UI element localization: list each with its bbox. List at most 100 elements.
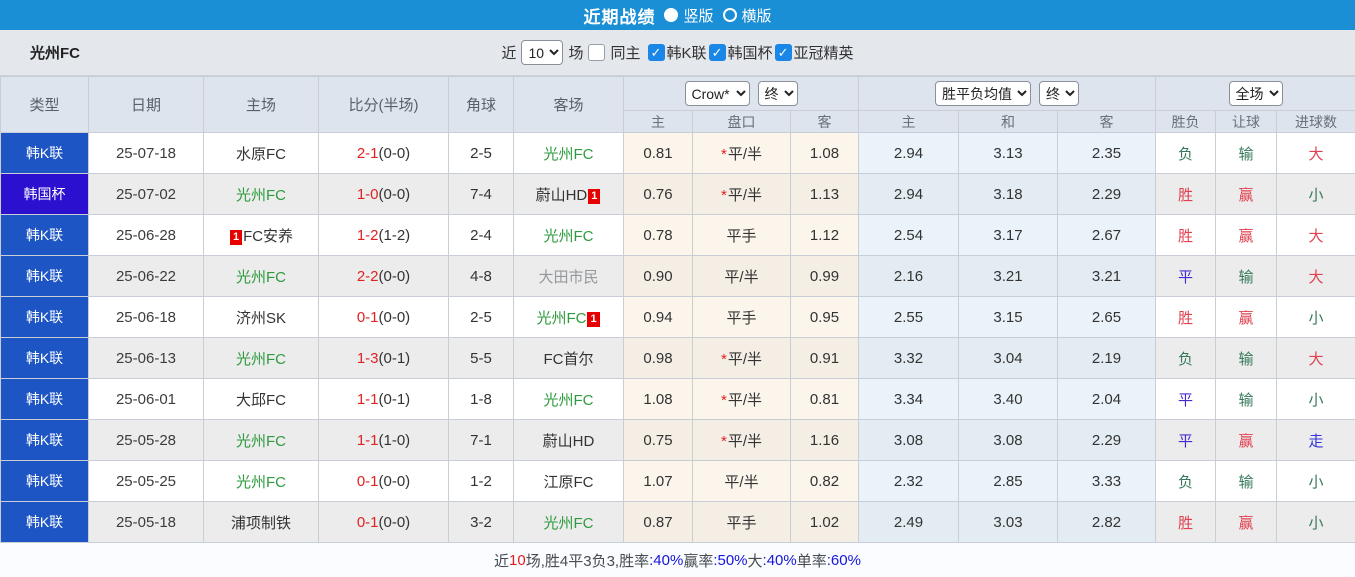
- home-team: 光州FC: [203, 460, 319, 502]
- red-card-badge: 1: [588, 188, 601, 204]
- avg-away: 2.67: [1056, 214, 1157, 256]
- match-date: 25-06-01: [88, 378, 204, 420]
- sub-header-7: 让球: [1215, 110, 1278, 133]
- bookmaker-select[interactable]: Crow*: [684, 81, 750, 106]
- league-type-badge: 韩K联: [0, 460, 89, 502]
- halftime-score: (0-0): [378, 472, 411, 490]
- fulltime-score: 0-1: [356, 513, 379, 531]
- league-type-badge: 韩K联: [0, 337, 89, 379]
- home-team: 光州FC: [203, 173, 319, 215]
- home-team-link[interactable]: 光州FC: [236, 474, 286, 491]
- result-goals: 走: [1276, 419, 1355, 461]
- league-filter-韩K联[interactable]: ✓ 韩K联: [647, 42, 707, 63]
- away-team-link[interactable]: 大田市民: [538, 269, 598, 286]
- match-date: 25-07-18: [88, 132, 204, 174]
- radio-horizontal-layout[interactable]: 横版: [722, 5, 772, 26]
- league-type-badge: 韩K联: [0, 132, 89, 174]
- radio-unselected-icon: [722, 8, 737, 22]
- avg-odds-select[interactable]: 胜平负均值: [935, 81, 1031, 106]
- avg-time-select[interactable]: 终: [1039, 81, 1079, 106]
- odds-handicap: *平/半: [692, 378, 791, 420]
- avg-home: 2.16: [858, 255, 959, 297]
- avg-home: 2.32: [858, 460, 959, 502]
- home-team-link[interactable]: FC安养: [243, 228, 293, 245]
- radio-selected-icon: [664, 8, 679, 22]
- avg-home: 2.94: [858, 132, 959, 174]
- avg-draw: 3.17: [958, 214, 1058, 256]
- match-date: 25-06-28: [88, 214, 204, 256]
- corner-score: 1-8: [448, 378, 514, 420]
- footer-segment-1: 10: [509, 551, 526, 569]
- away-team: 光州FC: [513, 132, 624, 174]
- odds-change-star: *: [720, 186, 727, 204]
- avg-draw: 3.15: [958, 296, 1058, 338]
- league-type-badge: 韩K联: [0, 214, 89, 256]
- home-team-link[interactable]: 光州FC: [236, 433, 286, 450]
- same-home-checkbox[interactable]: [588, 44, 606, 61]
- odds-home: 0.90: [623, 255, 693, 297]
- topbar: 近期战绩 竖版 横版: [0, 0, 1355, 30]
- odds-away: 1.16: [790, 419, 859, 461]
- match-date: 25-07-02: [88, 173, 204, 215]
- home-team: 水原FC: [203, 132, 319, 174]
- near-label: 近: [501, 45, 517, 62]
- league-type-badge: 韩K联: [0, 296, 89, 338]
- away-team-link[interactable]: 光州FC: [544, 146, 594, 163]
- odds-handicap: 平/半: [692, 255, 791, 297]
- away-team-link[interactable]: 光州FC: [544, 392, 594, 409]
- avg-home: 2.94: [858, 173, 959, 215]
- away-team-link[interactable]: 江原FC: [544, 474, 594, 491]
- col-header-score: 比分(半场): [318, 76, 449, 133]
- home-team-link[interactable]: 济州SK: [236, 310, 286, 327]
- result-outcome: 负: [1155, 337, 1217, 379]
- home-team-link[interactable]: 光州FC: [236, 269, 286, 286]
- away-team-link[interactable]: 蔚山HD: [543, 433, 595, 450]
- away-team-link[interactable]: 光州FC: [536, 310, 586, 327]
- games-label: 场: [568, 45, 584, 62]
- scope-select[interactable]: 全场: [1228, 81, 1283, 106]
- filter-bar: 光州FC 近 10 场 同主 ✓ 韩K联 ✓ 韩国杯 ✓ 亚冠精英: [0, 30, 1355, 76]
- odds-handicap: *平/半: [692, 173, 791, 215]
- result-goals: 小: [1276, 173, 1355, 215]
- avg-home: 2.54: [858, 214, 959, 256]
- match-date: 25-05-28: [88, 419, 204, 461]
- odds-home: 0.98: [623, 337, 693, 379]
- avg-home: 3.32: [858, 337, 959, 379]
- halftime-score: (0-1): [378, 390, 411, 408]
- away-team-link[interactable]: 光州FC: [544, 228, 594, 245]
- match-row: 韩K联 25-06-18 济州SK 0-1(0-0) 2-5 光州FC 1 0.94 平手 0.9…: [0, 296, 1355, 338]
- match-count-select[interactable]: 10: [521, 40, 564, 65]
- odds-home: 1.07: [623, 460, 693, 502]
- radio-vertical-layout[interactable]: 竖版: [664, 5, 714, 26]
- home-team-link[interactable]: 光州FC: [236, 187, 286, 204]
- league-type-badge: 韩K联: [0, 419, 89, 461]
- odds-time-select[interactable]: 终: [757, 81, 798, 106]
- away-team-link[interactable]: 光州FC: [544, 515, 594, 532]
- odds-home: 0.75: [623, 419, 693, 461]
- sub-header-8: 进球数: [1276, 110, 1355, 133]
- result-outcome: 平: [1155, 419, 1217, 461]
- home-team-link[interactable]: 光州FC: [236, 351, 286, 368]
- odds-home: 0.81: [623, 132, 693, 174]
- odds-away: 0.91: [790, 337, 859, 379]
- odds-away: 1.02: [790, 501, 859, 543]
- away-team-link[interactable]: 蔚山HD: [536, 187, 588, 204]
- scope-group-header: 全场: [1155, 76, 1355, 111]
- home-team-link[interactable]: 大邱FC: [236, 392, 286, 409]
- avg-home: 3.08: [858, 419, 959, 461]
- odds-away: 0.95: [790, 296, 859, 338]
- result-handicap: 赢: [1215, 419, 1278, 461]
- league-filter-韩国杯[interactable]: ✓ 韩国杯: [708, 42, 773, 63]
- avg-away: 2.29: [1056, 173, 1157, 215]
- footer-segment-2: 场,胜4平3负3,: [525, 552, 620, 570]
- odds-change-star: *: [720, 432, 727, 450]
- home-team-link[interactable]: 水原FC: [236, 146, 286, 163]
- league-filter-亚冠精英[interactable]: ✓ 亚冠精英: [774, 42, 854, 63]
- corner-score: 2-5: [448, 296, 514, 338]
- away-team-link[interactable]: FC首尔: [544, 351, 594, 368]
- fulltime-score: 1-1: [356, 431, 379, 449]
- avg-away: 2.35: [1056, 132, 1157, 174]
- corner-score: 5-5: [448, 337, 514, 379]
- result-goals: 大: [1276, 132, 1355, 174]
- home-team-link[interactable]: 浦项制铁: [231, 515, 291, 532]
